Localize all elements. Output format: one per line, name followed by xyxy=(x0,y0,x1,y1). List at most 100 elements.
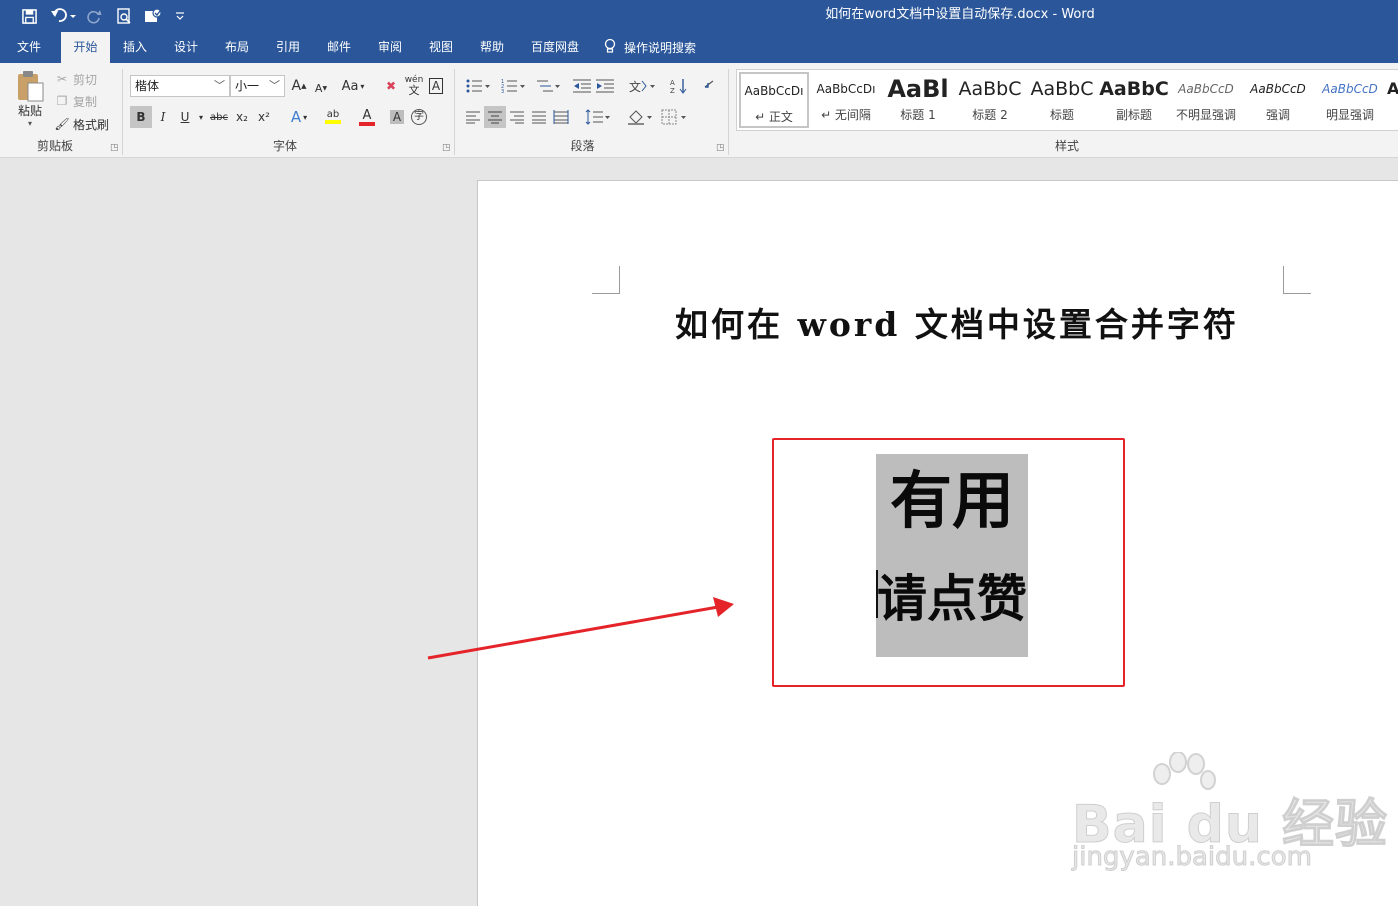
ribbon-tabs: 文件 开始 插入 设计 布局 引用 邮件 审阅 视图 帮助 百度网盘 操作说明搜… xyxy=(0,32,1398,63)
subscript-button[interactable]: x₂ xyxy=(231,106,253,128)
font-name-combo[interactable]: 楷体 ﹀ xyxy=(130,75,230,97)
save-icon[interactable] xyxy=(18,4,40,28)
style-heading-1[interactable]: AaBl 标题 1 xyxy=(883,72,953,128)
superscript-button[interactable]: x² xyxy=(253,106,275,128)
copy-button[interactable]: ❐ 复制 xyxy=(54,91,97,111)
sort-icon: AZ xyxy=(670,79,687,94)
tab-home[interactable]: 开始 xyxy=(61,32,110,63)
font-color-icon: A xyxy=(362,107,372,123)
tab-design[interactable]: 设计 xyxy=(164,32,208,63)
multilevel-list-icon xyxy=(537,80,560,92)
paragraph-shading-button[interactable] xyxy=(624,106,656,128)
combined-line-2: 请点赞 xyxy=(877,569,1027,628)
tab-baidu-netdisk[interactable]: 百度网盘 xyxy=(521,32,589,63)
align-center-button[interactable] xyxy=(484,106,506,128)
underline-button[interactable]: U xyxy=(174,106,196,128)
change-case-button[interactable]: Aa ▾ xyxy=(338,75,368,97)
strikethrough-button[interactable]: abc xyxy=(208,106,230,128)
multilevel-list-button[interactable] xyxy=(532,75,564,97)
shrink-font-button[interactable]: A ▼ xyxy=(310,77,332,99)
enclose-characters-icon: 字 xyxy=(411,109,427,125)
tab-file[interactable]: 文件 xyxy=(7,32,51,63)
highlight-button[interactable]: ab xyxy=(318,106,348,128)
chinese-layout-button[interactable]: 文 xyxy=(626,75,658,97)
paste-button[interactable]: 粘贴 ▾ xyxy=(12,69,48,129)
copy-icon: ❐ xyxy=(56,94,68,108)
font-launcher-icon[interactable]: ◳ xyxy=(442,143,451,153)
justify-button[interactable] xyxy=(528,106,550,128)
text-effects-icon: A xyxy=(290,108,302,126)
style-emphasis[interactable]: AaBbCcD 强调 xyxy=(1243,72,1313,128)
superscript-icon: x² xyxy=(258,110,270,124)
tab-help[interactable]: 帮助 xyxy=(470,32,514,63)
style-sample: A xyxy=(1387,79,1398,98)
style-intense-emphasis[interactable]: AaBbCcD 明显强调 xyxy=(1315,72,1385,128)
paragraph-launcher-icon[interactable]: ◳ xyxy=(716,143,725,153)
distributed-button[interactable] xyxy=(550,106,572,128)
italic-button[interactable]: I xyxy=(152,106,174,128)
align-right-button[interactable] xyxy=(506,106,528,128)
undo-icon[interactable] xyxy=(48,4,78,28)
style-more[interactable]: A xyxy=(1387,72,1398,128)
style-sample: AaBbC xyxy=(958,78,1022,100)
style-normal[interactable]: AaBbCcDı ↵ 正文 xyxy=(739,72,809,128)
tab-view[interactable]: 视图 xyxy=(419,32,463,63)
document-heading[interactable]: 如何在 word 文档中设置合并字符 xyxy=(675,298,1236,344)
tab-insert[interactable]: 插入 xyxy=(113,32,157,63)
underline-icon: U xyxy=(180,110,190,124)
numbering-button[interactable]: 123 xyxy=(497,75,529,97)
phonetic-guide-button[interactable]: wén 文 xyxy=(403,75,425,97)
style-heading-2[interactable]: AaBbC 标题 2 xyxy=(955,72,1025,128)
decrease-indent-button[interactable] xyxy=(571,75,593,97)
cut-button[interactable]: ✂ 剪切 xyxy=(54,69,97,89)
borders-icon xyxy=(661,109,686,125)
print-preview-icon[interactable] xyxy=(114,4,134,28)
tell-me-search[interactable]: 操作说明搜索 xyxy=(604,32,696,63)
increase-indent-button[interactable] xyxy=(594,75,616,97)
style-subtle-emphasis[interactable]: AaBbCcD 不明显强调 xyxy=(1171,72,1241,128)
eraser-icon: ✖ xyxy=(385,79,397,93)
svg-text:Z: Z xyxy=(670,87,675,94)
sort-button[interactable]: AZ xyxy=(668,75,690,97)
style-sample: AaBbCcDı xyxy=(816,82,876,96)
character-shading-button[interactable]: A xyxy=(386,106,408,128)
clipboard-launcher-icon[interactable]: ◳ xyxy=(110,143,119,153)
enclose-characters-button[interactable]: 字 xyxy=(408,106,430,128)
style-name: 标题 1 xyxy=(900,108,936,122)
underline-dropdown-icon[interactable]: ▾ xyxy=(195,106,207,128)
style-title[interactable]: AaBbC 标题 xyxy=(1027,72,1097,128)
styles-gallery[interactable]: AaBbCcDı ↵ 正文 AaBbCcDı ↵ 无间隔 AaBl 标题 1 A… xyxy=(736,69,1398,131)
tab-references[interactable]: 引用 xyxy=(266,32,310,63)
format-painter-button[interactable]: 🖌 格式刷 xyxy=(54,114,109,134)
align-left-button[interactable] xyxy=(462,106,484,128)
style-name: 标题 xyxy=(1049,108,1074,122)
styles-group-label: 样式 xyxy=(1054,139,1079,153)
line-spacing-button[interactable] xyxy=(582,106,614,128)
customize-qat-icon[interactable] xyxy=(172,4,188,28)
character-border-button[interactable]: A xyxy=(425,75,447,97)
show-marks-button[interactable] xyxy=(698,75,720,97)
bold-button[interactable]: B xyxy=(130,106,152,128)
paste-label: 粘贴 xyxy=(17,104,42,118)
combined-characters[interactable]: 有用 请点赞 xyxy=(876,454,1028,657)
tab-mailings[interactable]: 邮件 xyxy=(317,32,361,63)
touch-mode-icon[interactable] xyxy=(142,4,164,28)
style-subtitle[interactable]: AaBbC 副标题 xyxy=(1099,72,1169,128)
format-painter-label: 格式刷 xyxy=(73,117,110,132)
lightbulb-icon xyxy=(604,38,616,58)
font-color-button[interactable]: A xyxy=(352,106,382,128)
style-no-spacing[interactable]: AaBbCcDı ↵ 无间隔 xyxy=(811,72,881,128)
style-name: 标题 2 xyxy=(972,108,1008,122)
cut-label: 剪切 xyxy=(73,72,98,87)
text-effects-button[interactable]: A ▾ xyxy=(284,106,314,128)
borders-button[interactable] xyxy=(658,106,690,128)
redo-icon[interactable] xyxy=(84,4,104,28)
bullets-button[interactable] xyxy=(462,75,494,97)
tab-layout[interactable]: 布局 xyxy=(215,32,259,63)
grow-font-button[interactable]: A ▲ xyxy=(288,75,310,97)
paste-dropdown-icon[interactable]: ▾ xyxy=(28,119,32,128)
font-size-combo[interactable]: 小一 ﹀ xyxy=(230,75,285,97)
tab-review[interactable]: 审阅 xyxy=(368,32,412,63)
clear-formatting-button[interactable]: ✖ xyxy=(380,75,402,97)
change-case-icon: Aa xyxy=(341,78,359,94)
